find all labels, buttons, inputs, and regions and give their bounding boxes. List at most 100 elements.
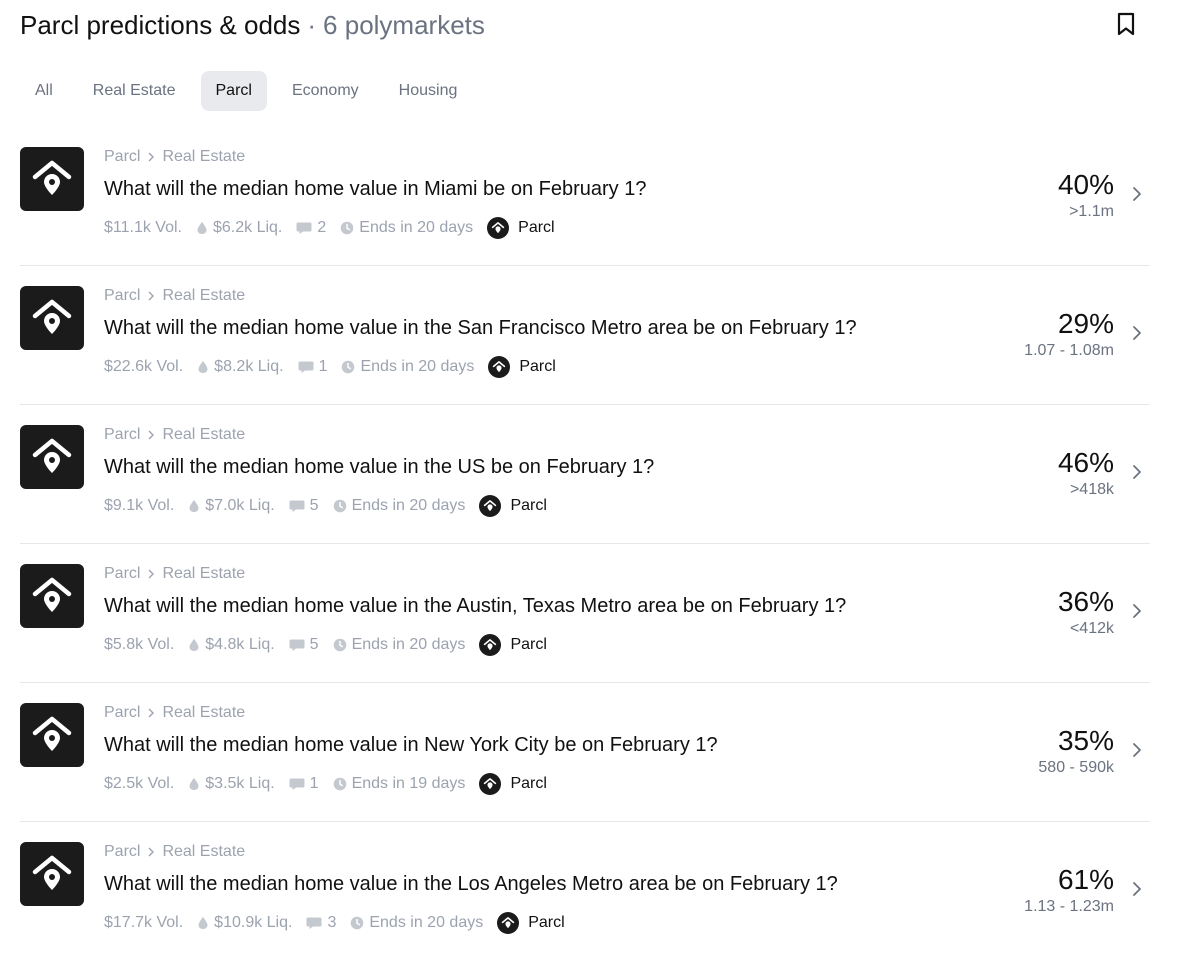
market-row[interactable]: Parcl Real Estate What will the median h…	[20, 683, 1150, 822]
breadcrumb-real-estate[interactable]: Real Estate	[162, 287, 245, 305]
market-row[interactable]: Parcl Real Estate What will the median h…	[20, 544, 1150, 683]
comments-count: 1	[318, 358, 328, 375]
ends-text: Ends in 20 days	[360, 358, 475, 375]
parcl-tag[interactable]: Parcl	[479, 634, 547, 656]
volume-text: $17.7k Vol.	[104, 914, 184, 931]
chevron-right-icon	[148, 569, 155, 579]
breadcrumb-real-estate[interactable]: Real Estate	[162, 704, 245, 722]
breadcrumb-parcl[interactable]: Parcl	[104, 565, 140, 583]
breadcrumb: Parcl Real Estate	[104, 426, 245, 444]
tab-parcl[interactable]: Parcl	[200, 71, 267, 111]
comments[interactable]: 5	[289, 636, 319, 654]
comment-icon	[289, 639, 305, 651]
parcl-logo-icon	[20, 842, 84, 906]
chevron-right-icon[interactable]	[1130, 185, 1144, 203]
tab-real-estate[interactable]: Real Estate	[78, 71, 191, 111]
parcl-tag[interactable]: Parcl	[488, 356, 556, 378]
breadcrumb-real-estate[interactable]: Real Estate	[162, 565, 245, 583]
parcl-tag[interactable]: Parcl	[479, 773, 547, 795]
market-meta: $22.6k Vol. $8.2k Liq. 1 Ends in 20 days	[104, 355, 556, 379]
chevron-right-icon[interactable]	[1130, 463, 1144, 481]
liquidity-text: $4.8k Liq.	[205, 636, 275, 653]
comments[interactable]: 5	[289, 497, 319, 515]
liquidity: $8.2k Liq.	[197, 358, 284, 376]
chevron-right-icon	[148, 847, 155, 857]
market-row[interactable]: Parcl Real Estate What will the median h…	[20, 127, 1150, 266]
market-row[interactable]: Parcl Real Estate What will the median h…	[20, 405, 1150, 544]
chevron-right-icon[interactable]	[1130, 880, 1144, 898]
parcl-logo-icon	[20, 147, 84, 211]
liquidity: $4.8k Liq.	[188, 636, 275, 654]
market-row[interactable]: Parcl Real Estate What will the median h…	[20, 266, 1150, 405]
market-row[interactable]: Parcl Real Estate What will the median h…	[20, 822, 1150, 961]
droplet-icon	[198, 361, 208, 373]
breadcrumb-parcl[interactable]: Parcl	[104, 287, 140, 305]
breadcrumb: Parcl Real Estate	[104, 704, 245, 722]
market-meta: $9.1k Vol. $7.0k Liq. 5 Ends in 20 days	[104, 494, 547, 518]
clock-icon	[340, 221, 354, 235]
parcl-avatar-icon	[479, 495, 502, 517]
clock-icon	[333, 499, 346, 513]
ends-text: Ends in 20 days	[369, 914, 484, 931]
comments[interactable]: 1	[289, 775, 319, 793]
breadcrumb-parcl[interactable]: Parcl	[104, 148, 140, 166]
comments[interactable]: 1	[298, 358, 328, 376]
ends: Ends in 20 days	[340, 219, 473, 237]
comments[interactable]: 3	[306, 914, 336, 932]
tab-economy[interactable]: Economy	[277, 71, 374, 111]
chevron-right-icon[interactable]	[1130, 741, 1144, 759]
odds-outcome: 580 - 590k	[1038, 759, 1114, 776]
market-question[interactable]: What will the median home value in the S…	[104, 317, 857, 340]
parcl-logo-icon	[20, 286, 84, 350]
market-question[interactable]: What will the median home value in the U…	[104, 456, 654, 479]
market-question[interactable]: What will the median home value in Miami…	[104, 178, 646, 201]
comments-count: 3	[327, 914, 337, 931]
ends-text: Ends in 20 days	[351, 497, 466, 514]
ends-text: Ends in 20 days	[351, 636, 466, 653]
breadcrumb: Parcl Real Estate	[104, 287, 245, 305]
liquidity: $10.9k Liq.	[197, 914, 292, 932]
parcl-tag[interactable]: Parcl	[497, 912, 565, 934]
odds-percent: 61%	[1057, 864, 1114, 895]
droplet-icon	[189, 778, 199, 790]
odds-percent: 35%	[1057, 725, 1114, 756]
odds-percent: 40%	[1057, 169, 1114, 200]
ends: Ends in 19 days	[333, 775, 466, 793]
market-question[interactable]: What will the median home value in the A…	[104, 595, 846, 618]
market-question[interactable]: What will the median home value in the L…	[104, 873, 838, 896]
chevron-right-icon	[148, 708, 155, 718]
ends-text: Ends in 19 days	[351, 775, 466, 792]
breadcrumb-parcl[interactable]: Parcl	[104, 704, 140, 722]
chevron-right-icon	[148, 291, 155, 301]
tab-all[interactable]: All	[20, 71, 68, 111]
volume-text: $11.1k Vol.	[104, 219, 182, 236]
breadcrumb-parcl[interactable]: Parcl	[104, 426, 140, 444]
parcl-tag[interactable]: Parcl	[479, 495, 547, 517]
chevron-right-icon[interactable]	[1130, 602, 1144, 620]
tag-label: Parcl	[519, 358, 556, 375]
chevron-right-icon[interactable]	[1130, 324, 1144, 342]
clock-icon	[333, 638, 346, 652]
odds-percent: 46%	[1057, 447, 1114, 478]
odds-outcome: >418k	[1069, 481, 1114, 498]
parcl-avatar-icon	[479, 773, 502, 795]
odds: 61% 1.13 - 1.23m	[1024, 864, 1114, 916]
liquidity: $3.5k Liq.	[188, 775, 275, 793]
parcl-tag[interactable]: Parcl	[487, 217, 555, 239]
breadcrumb-parcl[interactable]: Parcl	[104, 843, 140, 861]
breadcrumb-real-estate[interactable]: Real Estate	[162, 843, 245, 861]
chevron-right-icon	[148, 430, 155, 440]
parcl-avatar-icon	[497, 912, 520, 934]
market-question[interactable]: What will the median home value in New Y…	[104, 734, 718, 757]
comments[interactable]: 2	[296, 219, 326, 237]
liquidity-text: $10.9k Liq.	[214, 914, 293, 931]
tab-housing[interactable]: Housing	[384, 71, 473, 111]
ends: Ends in 20 days	[333, 636, 466, 654]
breadcrumb-real-estate[interactable]: Real Estate	[162, 426, 245, 444]
comments-count: 5	[309, 497, 319, 514]
bookmark-icon[interactable]	[1115, 11, 1137, 37]
odds: 46% >418k	[1058, 447, 1114, 499]
liquidity-text: $3.5k Liq.	[205, 775, 275, 792]
odds: 40% >1.1m	[1058, 169, 1114, 221]
breadcrumb-real-estate[interactable]: Real Estate	[162, 148, 245, 166]
